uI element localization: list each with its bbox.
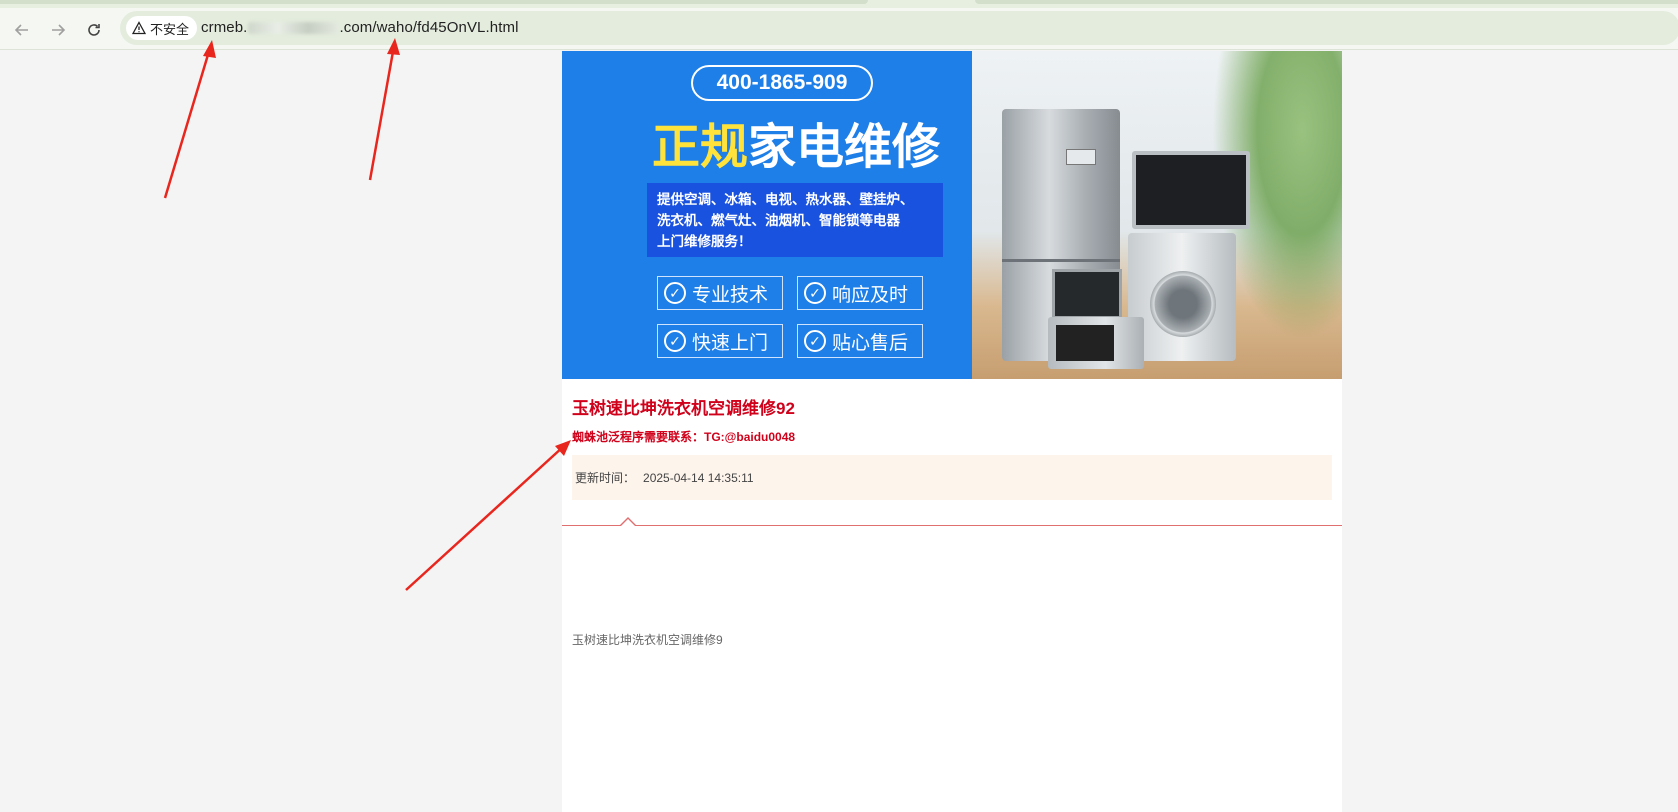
feature-label: 快速上门: [692, 332, 769, 354]
microwave-window: [1056, 325, 1114, 361]
page-content: 400-1865-909 正规家电维修 提供空调、冰箱、电视、热水器、壁挂炉、 …: [562, 51, 1342, 812]
feature-label: 贴心售后: [832, 332, 909, 354]
appliances-photo: [972, 51, 1342, 379]
security-label: 不安全: [150, 21, 190, 37]
fridge-display: [1066, 149, 1096, 165]
arrow-right-icon: [52, 24, 66, 36]
check-icon: ✓: [804, 282, 826, 304]
feature-professional: ✓ 专业技术: [657, 276, 783, 310]
description-line: 提供空调、冰箱、电视、热水器、壁挂炉、: [657, 192, 914, 207]
back-button[interactable]: [8, 16, 36, 44]
headline-rest: 家电维修: [748, 121, 941, 174]
annotation-arrow: [405, 445, 565, 591]
contact-notice: 蜘蛛池泛程序需要联系：TG:@baidu0048: [572, 430, 796, 444]
update-info: 更新时间： 2025-04-14 14:35:11: [572, 455, 1332, 500]
washing-machine-image: [1128, 233, 1236, 361]
tv-image: [1132, 151, 1250, 229]
annotation-arrow: [368, 45, 396, 181]
redacted-url-segment: [248, 22, 339, 35]
security-indicator[interactable]: 不安全: [126, 16, 198, 40]
reload-button[interactable]: [80, 16, 108, 44]
check-icon: ✓: [804, 330, 826, 352]
feature-responsive: ✓ 响应及时: [797, 276, 923, 310]
laptop-image: [1052, 269, 1122, 319]
phone-number: 400-1865-909: [691, 65, 873, 101]
tab-strip: [0, 0, 1678, 8]
warning-icon: [132, 21, 146, 35]
section-divider: [562, 525, 1342, 526]
arrow-left-icon: [14, 24, 28, 36]
url-suffix: .com/waho/fd45OnVL.html: [339, 19, 519, 36]
url-text[interactable]: crmeb. .com/waho/fd45OnVL.html: [201, 19, 519, 36]
check-icon: ✓: [664, 330, 686, 352]
fridge-divider: [1002, 259, 1120, 262]
feature-after-sales: ✓ 贴心售后: [797, 324, 923, 358]
annotation-arrow: [163, 47, 212, 199]
tab-edge: [0, 0, 868, 4]
headline-highlight: 正规: [652, 121, 749, 174]
url-prefix: crmeb.: [201, 19, 248, 36]
feature-label: 响应及时: [832, 284, 909, 306]
update-label: 更新时间：: [575, 471, 636, 485]
washer-door: [1150, 271, 1216, 337]
description-line: 上门维修服务！: [657, 234, 752, 249]
browser-toolbar: 不安全 crmeb. .com/waho/fd45OnVL.html: [0, 8, 1678, 50]
divider-caret-inner: [621, 519, 635, 526]
forward-button[interactable]: [44, 16, 72, 44]
reload-icon: [88, 24, 100, 36]
service-description: 提供空调、冰箱、电视、热水器、壁挂炉、 洗衣机、燃气灶、油烟机、智能锁等电器 上…: [647, 183, 943, 257]
update-time: 2025-04-14 14:35:11: [643, 470, 754, 485]
article-body: 玉树速比坤洗衣机空调维修9: [572, 633, 723, 647]
check-icon: ✓: [664, 282, 686, 304]
article-title: 玉树速比坤洗衣机空调维修92: [572, 399, 795, 418]
banner-image: 400-1865-909 正规家电维修 提供空调、冰箱、电视、热水器、壁挂炉、 …: [562, 51, 1342, 379]
microwave-image: [1048, 317, 1144, 369]
banner-headline: 正规家电维修: [652, 107, 952, 177]
tab-edge: [975, 0, 1678, 4]
banner-text-area: 400-1865-909 正规家电维修 提供空调、冰箱、电视、热水器、壁挂炉、 …: [562, 51, 972, 379]
description-line: 洗衣机、燃气灶、油烟机、智能锁等电器: [657, 213, 900, 228]
address-bar[interactable]: 不安全 crmeb. .com/waho/fd45OnVL.html: [120, 11, 1678, 45]
feature-fast-visit: ✓ 快速上门: [657, 324, 783, 358]
feature-label: 专业技术: [692, 284, 769, 306]
